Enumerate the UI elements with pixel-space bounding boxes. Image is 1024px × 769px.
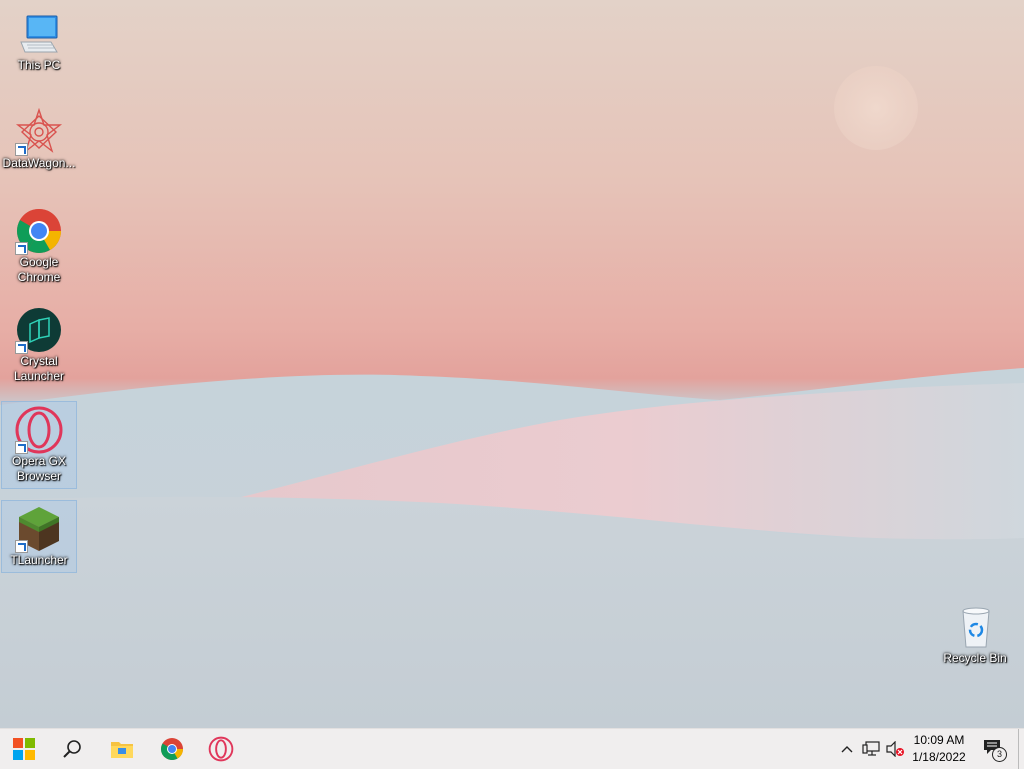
- network-button[interactable]: [860, 729, 882, 769]
- desktop-icon-tlauncher[interactable]: TLauncher: [1, 500, 77, 573]
- shortcut-arrow-icon: [15, 143, 28, 156]
- volume-button[interactable]: [884, 729, 906, 769]
- windows-logo-icon: [13, 738, 35, 760]
- tlauncher-icon: [15, 505, 63, 553]
- desktop-icon-crystal-launcher[interactable]: Crystal Launcher: [2, 302, 76, 388]
- desktop-icon-label: DataWagon...: [2, 156, 76, 170]
- computer-icon: [15, 10, 63, 58]
- desktop-wallpaper: [0, 0, 1024, 728]
- desktop-icon-datawagon[interactable]: DataWagon...: [2, 104, 76, 175]
- clock-date: 1/18/2022: [912, 750, 966, 764]
- start-button[interactable]: [0, 729, 48, 769]
- datawagon-icon: [15, 107, 63, 156]
- file-explorer-button[interactable]: [98, 729, 146, 769]
- desktop-icon-label: Crystal Launcher: [13, 354, 65, 383]
- opera-gx-icon: [15, 406, 63, 454]
- show-hidden-icons-button[interactable]: [836, 729, 858, 769]
- network-icon: [862, 741, 880, 756]
- desktop-icon-label: Recycle Bin: [943, 651, 1007, 665]
- search-icon: [63, 740, 81, 758]
- desktop-icon-label: Opera GX Browser: [11, 454, 67, 483]
- taskbar: 10:09 AM 1/18/2022 3: [0, 728, 1024, 769]
- desktop-icon-google-chrome[interactable]: Google Chrome: [2, 203, 76, 289]
- desktop-icon-this-pc[interactable]: This PC: [2, 6, 76, 77]
- desktop-icon-label: TLauncher: [10, 553, 68, 567]
- clock[interactable]: 10:09 AM 1/18/2022: [904, 732, 974, 766]
- clock-time: 10:09 AM: [913, 733, 965, 747]
- show-desktop-button[interactable]: [1018, 729, 1019, 769]
- shortcut-arrow-icon: [15, 341, 28, 354]
- desktop-icon-label: This PC: [17, 58, 61, 72]
- opera-gx-icon: [208, 736, 234, 762]
- chrome-icon: [15, 207, 63, 255]
- chevron-up-icon: [841, 746, 853, 753]
- notification-icon: 3: [983, 739, 1007, 762]
- shortcut-arrow-icon: [15, 441, 28, 454]
- chrome-taskbar-button[interactable]: [148, 729, 196, 769]
- chrome-icon: [161, 738, 183, 760]
- crystal-launcher-icon: [15, 306, 63, 354]
- volume-muted-icon: [886, 741, 904, 757]
- recycle-bin-icon: [951, 603, 999, 651]
- shortcut-arrow-icon: [15, 540, 28, 553]
- search-button[interactable]: [48, 729, 96, 769]
- desktop-icon-label: Google Chrome: [17, 255, 61, 284]
- opera-taskbar-button[interactable]: [197, 729, 245, 769]
- desktop-icon-recycle-bin[interactable]: Recycle Bin: [938, 599, 1012, 670]
- notification-count-badge: 3: [992, 747, 1007, 762]
- shortcut-arrow-icon: [15, 242, 28, 255]
- folder-icon: [111, 742, 133, 758]
- desktop-icon-opera-gx[interactable]: Opera GX Browser: [1, 401, 77, 489]
- action-center-button[interactable]: 3: [978, 729, 1008, 769]
